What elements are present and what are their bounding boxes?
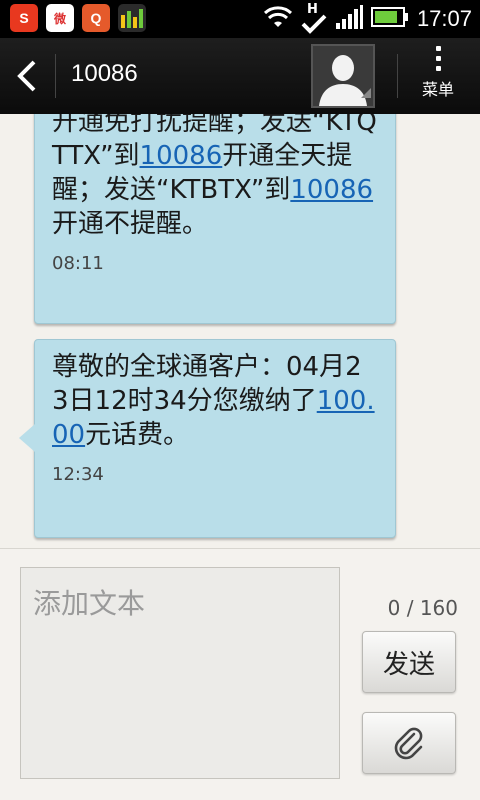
stock-app-icon (118, 4, 146, 32)
message-text-segment: 元话费。 (85, 420, 190, 450)
overflow-menu-icon (435, 46, 441, 71)
qq-icon: Q (82, 4, 110, 32)
attach-button[interactable] (362, 712, 456, 774)
phone-link[interactable]: 10086 (140, 141, 223, 171)
battery-icon (370, 7, 409, 31)
menu-label: 菜单 (421, 80, 454, 99)
message-timestamp: 12:34 (52, 464, 104, 485)
signal-icon (335, 5, 363, 33)
wifi-icon (263, 5, 293, 33)
character-counter: 0 / 160 (387, 596, 458, 620)
contact-avatar[interactable] (311, 44, 375, 108)
menu-button[interactable]: 菜单 (408, 46, 468, 106)
compose-area: 添加文本 0 / 160 发送 (0, 549, 480, 800)
header-divider (55, 54, 56, 98)
person-silhouette-icon (313, 46, 373, 106)
message-bubble[interactable]: 尊敬的全球通客户：04月23日12时34分您缴纳了100.00元话费。 12:3… (19, 339, 396, 538)
message-text-segment: 尊敬的全球通客户：04月23日12时34分您缴纳了 (52, 352, 362, 416)
send-button[interactable]: 发送 (362, 631, 456, 693)
weibo-icon: 微 (46, 4, 74, 32)
bubble-tail (19, 424, 35, 452)
app-s-icon: S (10, 4, 38, 32)
message-text-segment: 开通不提醒。 (52, 209, 209, 239)
status-bar: S 微 Q H 17:07 (0, 0, 480, 38)
header-divider (397, 54, 398, 98)
message-text: 开通免打扰提醒；发送“KTQTTX”到10086开通全天提醒；发送“KTBTX”… (52, 114, 377, 241)
phone-link[interactable]: 10086 (290, 175, 373, 205)
conversation-header: 10086 菜单 (0, 38, 480, 116)
contact-number: 10086 (71, 60, 138, 87)
message-timestamp: 08:11 (52, 253, 104, 274)
message-text: 尊敬的全球通客户：04月23日12时34分您缴纳了100.00元话费。 (52, 350, 377, 452)
clock: 17:07 (416, 6, 472, 31)
message-list[interactable]: 开通免打扰提醒；发送“KTQTTX”到10086开通全天提醒；发送“KTBTX”… (0, 114, 480, 548)
back-button[interactable] (14, 60, 40, 92)
paperclip-icon (394, 727, 423, 760)
message-input[interactable]: 添加文本 (20, 567, 340, 779)
data-h-icon: H (301, 2, 327, 36)
message-bubble[interactable]: 开通免打扰提醒；发送“KTQTTX”到10086开通全天提醒；发送“KTBTX”… (34, 114, 396, 324)
message-input-placeholder: 添加文本 (33, 587, 146, 620)
back-arrow-icon (17, 60, 36, 92)
